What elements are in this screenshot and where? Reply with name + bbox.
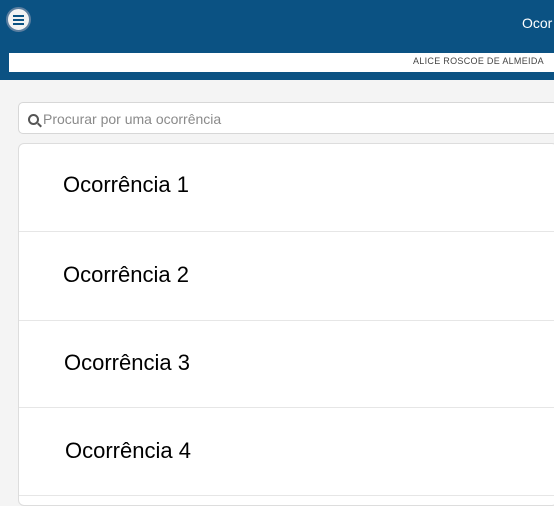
list-item-occurrence-4[interactable]: Ocorrência 4 <box>19 408 554 496</box>
occurrence-list: Ocorrência 1 Ocorrência 2 Ocorrência 3 O… <box>18 143 554 506</box>
search-bar[interactable] <box>18 102 554 134</box>
search-icon <box>28 114 39 125</box>
user-bar: ALICE ROSCOE DE ALMEIDA <box>9 53 554 72</box>
user-name: ALICE ROSCOE DE ALMEIDA <box>413 56 544 66</box>
occurrence-label: Ocorrência 3 <box>64 350 190 375</box>
page-title: Ocor <box>522 15 553 31</box>
hamburger-menu-icon[interactable] <box>6 7 31 32</box>
list-item-occurrence-1[interactable]: Ocorrência 1 <box>19 144 554 232</box>
occurrence-label: Ocorrência 1 <box>63 172 189 197</box>
list-item-occurrence-3[interactable]: Ocorrência 3 <box>19 320 554 408</box>
list-item-occurrence-2[interactable]: Ocorrência 2 <box>19 233 554 321</box>
occurrence-label: Ocorrência 4 <box>65 438 191 463</box>
top-app-bar: Ocor ALICE ROSCOE DE ALMEIDA <box>0 0 554 80</box>
search-input[interactable] <box>41 108 545 130</box>
occurrence-label: Ocorrência 2 <box>63 262 189 287</box>
